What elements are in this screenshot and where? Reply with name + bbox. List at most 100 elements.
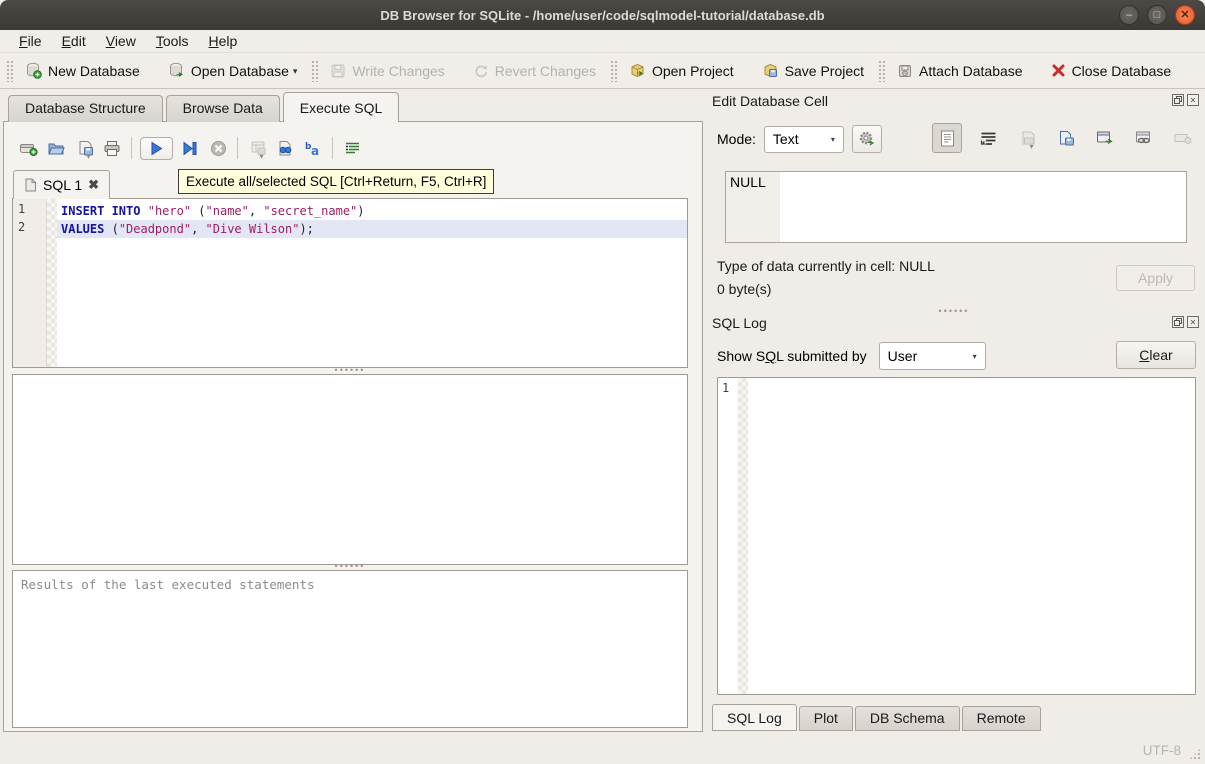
tab-remote[interactable]: Remote (962, 706, 1041, 731)
save-sql-dropdown-icon[interactable]: ▾ (86, 152, 90, 161)
save-project-icon (762, 62, 779, 79)
sql-code-editor[interactable]: 1 2 INSERT INTO "hero" ("name", "secret_… (12, 198, 688, 368)
print-button[interactable] (98, 135, 126, 161)
write-changes-icon (330, 63, 346, 79)
results-grid-pane[interactable] (12, 374, 688, 565)
float-panel-icon[interactable] (1172, 316, 1184, 328)
open-in-external-app-icon[interactable] (1092, 125, 1118, 151)
pane-splitter[interactable]: •••••• (330, 368, 370, 373)
results-placeholder: Results of the last executed statements (21, 577, 315, 592)
sql-document-tab[interactable]: SQL 1 ✖ (13, 170, 110, 199)
sql-tab-label: SQL 1 (43, 177, 82, 193)
menu-help[interactable]: Help (200, 31, 247, 51)
svg-text:a: a (311, 144, 319, 157)
revert-changes-icon (473, 63, 489, 79)
edit-cell-title: Edit Database Cell (712, 93, 828, 109)
text-mode-icon[interactable] (932, 123, 962, 153)
export-data-icon[interactable] (1053, 125, 1079, 151)
results-message-pane[interactable]: Results of the last executed statements (12, 570, 688, 728)
tab-sql-log[interactable]: SQL Log (712, 704, 797, 731)
menu-tools[interactable]: Tools (147, 31, 198, 51)
float-panel-icon[interactable] (1172, 94, 1184, 106)
set-null-icon[interactable] (1170, 125, 1196, 151)
toolbar-separator (332, 137, 333, 159)
menu-file[interactable]: File (10, 31, 51, 51)
toolbar-drag-handle[interactable] (6, 60, 13, 82)
toolbar-separator (311, 60, 318, 82)
new-database-button[interactable]: New Database (17, 58, 148, 83)
attach-database-button[interactable]: Attach Database (889, 59, 1031, 83)
revert-changes-button[interactable]: Revert Changes (465, 59, 604, 83)
cell-editor[interactable]: NULL (725, 171, 1187, 243)
log-source-select[interactable]: User ▾ (879, 342, 986, 370)
tab-execute-sql[interactable]: Execute SQL (283, 92, 400, 122)
close-icon[interactable]: ✕ (1175, 5, 1195, 25)
save-project-button[interactable]: Save Project (754, 58, 872, 83)
save-results-button[interactable]: ▾ (243, 135, 271, 161)
statusbar: UTF-8 (0, 735, 1205, 764)
mode-label: Mode: (717, 131, 756, 147)
tab-database-structure[interactable]: Database Structure (8, 95, 163, 122)
chevron-down-icon: ▾ (831, 135, 835, 144)
menubar: File Edit View Tools Help (0, 30, 1205, 53)
sql-file-icon (24, 178, 37, 192)
save-sql-file-button[interactable]: ▾ (70, 135, 98, 161)
toolbar-separator (131, 137, 132, 159)
copy-link-icon[interactable] (1131, 125, 1157, 151)
format-sql-button[interactable] (338, 135, 366, 161)
titlebar[interactable]: DB Browser for SQLite - /home/user/code/… (0, 0, 1205, 30)
open-project-icon (629, 62, 646, 79)
show-sql-label: Show SQL submitted by (717, 348, 867, 364)
right-dock: Edit Database Cell ✕ Mode: Text ▾ ▾ NULL (707, 90, 1201, 736)
sql-log-view[interactable]: 1 (717, 377, 1196, 695)
write-changes-button[interactable]: Write Changes (322, 59, 452, 83)
execute-sql-button[interactable] (140, 137, 173, 160)
encoding-label: UTF-8 (1143, 743, 1181, 758)
line-number-gutter: 1 2 (13, 199, 47, 367)
close-database-button[interactable]: Close Database (1043, 59, 1180, 83)
import-data-icon[interactable]: ▾ (1014, 125, 1040, 151)
open-database-button[interactable]: Open Database ▾ (160, 58, 306, 83)
toolbar-separator (237, 137, 238, 159)
code-line-1: INSERT INTO "hero" ("name", "secret_name… (57, 202, 687, 220)
find-button[interactable] (271, 135, 299, 161)
resize-grip-icon[interactable] (1189, 748, 1201, 760)
window-title: DB Browser for SQLite - /home/user/code/… (380, 8, 824, 23)
word-wrap-icon[interactable] (975, 125, 1001, 151)
dock-splitter[interactable]: •••••• (934, 306, 974, 316)
sql-log-title: SQL Log (712, 315, 767, 331)
minimize-icon[interactable]: – (1119, 5, 1139, 25)
close-sql-tab-icon[interactable]: ✖ (88, 177, 99, 193)
auto-switch-mode-button[interactable] (852, 125, 882, 153)
open-database-dropdown-icon[interactable]: ▾ (293, 66, 298, 79)
tab-browse-data[interactable]: Browse Data (166, 95, 280, 122)
code-area[interactable]: INSERT INTO "hero" ("name", "secret_name… (57, 199, 687, 367)
open-sql-file-button[interactable] (42, 135, 70, 161)
main-tab-bar: Database Structure Browse Data Execute S… (8, 95, 402, 122)
log-line-number: 1 (718, 378, 738, 694)
main-toolbar: New Database Open Database ▾ Write Chang… (0, 53, 1205, 89)
folding-margin (47, 199, 57, 367)
mode-select[interactable]: Text ▾ (764, 126, 844, 153)
menu-view[interactable]: View (97, 31, 145, 51)
pane-splitter[interactable]: •••••• (330, 564, 370, 569)
attach-database-icon (897, 63, 913, 79)
close-database-icon (1051, 63, 1066, 78)
autocomplete-button[interactable]: ba (299, 135, 327, 161)
tab-plot[interactable]: Plot (799, 706, 853, 731)
execute-current-line-button[interactable] (176, 135, 204, 161)
menu-edit[interactable]: Edit (53, 31, 95, 51)
new-database-icon (25, 62, 42, 79)
tab-db-schema[interactable]: DB Schema (855, 706, 960, 731)
open-project-button[interactable]: Open Project (621, 58, 742, 83)
log-folding-margin (738, 378, 748, 694)
clear-log-button[interactable]: Clear (1116, 341, 1196, 369)
dock-tab-bar: SQL Log Plot DB Schema Remote (712, 706, 1043, 731)
apply-button[interactable]: Apply (1116, 265, 1195, 291)
stop-execution-button[interactable] (204, 135, 232, 161)
close-panel-icon[interactable]: ✕ (1187, 94, 1199, 106)
code-line-2: VALUES ("Deadpond", "Dive Wilson"); (57, 220, 687, 238)
close-panel-icon[interactable]: ✕ (1187, 316, 1199, 328)
maximize-icon[interactable]: □ (1147, 5, 1167, 25)
new-sql-tab-button[interactable] (14, 135, 42, 161)
